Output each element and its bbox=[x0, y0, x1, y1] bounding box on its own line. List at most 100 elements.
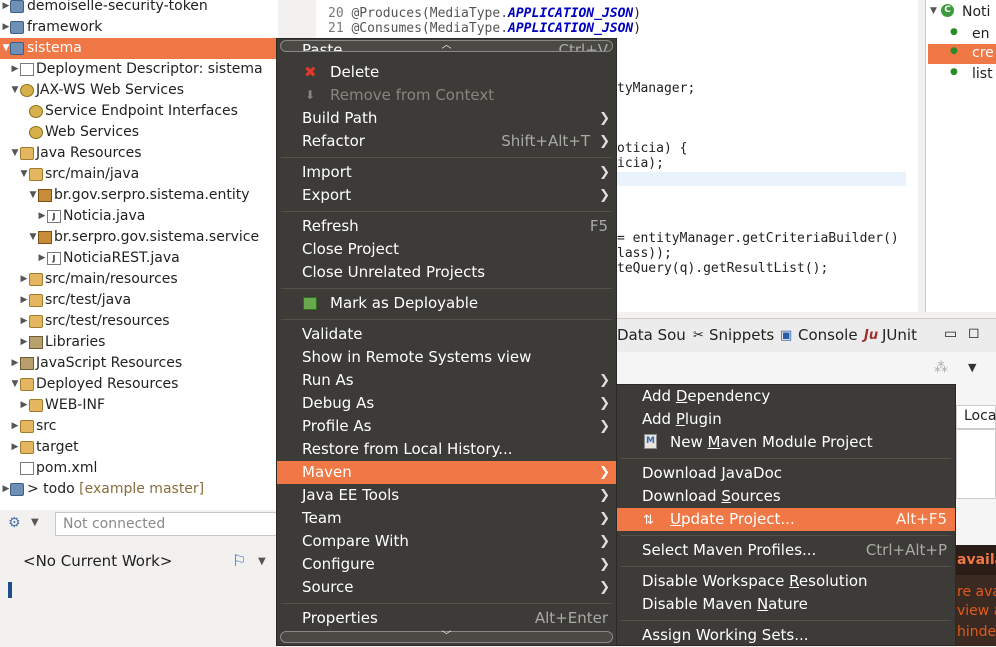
tree-item-deployment-descriptor[interactable]: ▶ Deployment Descriptor: sistema bbox=[0, 59, 278, 80]
menu-item-restore-history[interactable]: Restore from Local History... bbox=[277, 438, 616, 461]
expand-arrow-icon[interactable]: ▶ bbox=[19, 311, 29, 332]
tree-item-package-service[interactable]: ▼ br.serpro.gov.sistema.service bbox=[0, 227, 278, 248]
code-fragment: teQuery(q).getResultList(); bbox=[617, 261, 829, 276]
menu-item-new-maven-module[interactable]: M New Maven Module Project bbox=[617, 431, 955, 454]
menu-item-source[interactable]: Source ❯ bbox=[277, 576, 616, 599]
expand-arrow-icon[interactable]: ▶ bbox=[10, 353, 20, 374]
menu-item-label: Remove from Context bbox=[330, 86, 495, 104]
menu-item-select-profiles[interactable]: Select Maven Profiles... Ctrl+Alt+P bbox=[617, 539, 955, 562]
tree-item-noticiarest-java[interactable]: ▶ J NoticiaREST.java bbox=[0, 248, 278, 269]
code-fragment: = entityManager.getCriteriaBuilder() bbox=[617, 231, 899, 246]
expand-arrow-icon[interactable]: ▶ bbox=[37, 206, 47, 227]
menu-item-export[interactable]: Export ❯ bbox=[277, 184, 616, 207]
outline-item[interactable]: ● list bbox=[928, 65, 996, 85]
tree-item-sistema[interactable]: ▼ sistema bbox=[0, 38, 278, 59]
menu-item-configure[interactable]: Configure ❯ bbox=[277, 553, 616, 576]
menu-item-label: Debug As bbox=[302, 394, 375, 412]
menu-item-delete[interactable]: ✖ Delete bbox=[277, 61, 616, 84]
menu-item-refactor[interactable]: Refactor Shift+Alt+T ❯ bbox=[277, 130, 616, 153]
menu-item-profile-as[interactable]: Profile As ❯ bbox=[277, 415, 616, 438]
expand-arrow-icon[interactable]: ▶ bbox=[19, 395, 29, 416]
menu-item-import[interactable]: Import ❯ bbox=[277, 161, 616, 184]
tree-item-web-inf[interactable]: ▶ WEB-INF bbox=[0, 395, 278, 416]
menu-item-label: Source bbox=[302, 578, 354, 596]
tree-item-noticia-java[interactable]: ▶ J Noticia.java bbox=[0, 206, 278, 227]
chevron-down-icon[interactable]: ▼ bbox=[31, 517, 39, 528]
menu-item-download-javadoc[interactable]: Download JavaDoc bbox=[617, 462, 955, 485]
tree-item-deployed-resources[interactable]: ▼ Deployed Resources bbox=[0, 374, 278, 395]
maximize-icon[interactable]: ◻ bbox=[968, 325, 980, 341]
expand-arrow-icon[interactable]: ▶ bbox=[10, 59, 20, 80]
tree-item-label: Service Endpoint Interfaces bbox=[45, 103, 238, 119]
menu-item-close-unrelated[interactable]: Close Unrelated Projects bbox=[277, 261, 616, 284]
expand-arrow-icon[interactable]: ▶ bbox=[19, 332, 29, 353]
tree-item-src-main-java[interactable]: ▼ src/main/java bbox=[0, 164, 278, 185]
tree-item-web-services[interactable]: Web Services bbox=[0, 122, 278, 143]
menu-separator bbox=[281, 603, 612, 604]
tab-console[interactable]: Console bbox=[798, 326, 858, 344]
tab-snippets[interactable]: Snippets bbox=[709, 326, 774, 344]
menu-item-debug-as[interactable]: Debug As ❯ bbox=[277, 392, 616, 415]
pin-icon[interactable]: ⚐ bbox=[232, 551, 246, 570]
menu-item-remove-from-context[interactable]: ⬇ Remove from Context bbox=[277, 84, 616, 107]
collapse-arrow-icon[interactable]: ▼ bbox=[28, 227, 38, 248]
menu-item-build-path[interactable]: Build Path ❯ bbox=[277, 107, 616, 130]
scroll-down-button[interactable]: ﹀ bbox=[280, 631, 613, 643]
menu-item-update-project[interactable]: ⇅ Update Project... Alt+F5 bbox=[617, 508, 955, 531]
collapse-arrow-icon[interactable]: ▼ bbox=[10, 374, 20, 395]
menu-item-mark-deployable[interactable]: Mark as Deployable bbox=[277, 292, 616, 315]
menu-item-team[interactable]: Team ❯ bbox=[277, 507, 616, 530]
expand-arrow-icon[interactable]: ▶ bbox=[37, 248, 47, 269]
tree-item-demoiselle-security-token[interactable]: ▶ demoiselle-security-token bbox=[0, 0, 278, 17]
menu-item-maven[interactable]: Maven ❯ bbox=[277, 461, 616, 484]
menu-item-download-sources[interactable]: Download Sources bbox=[617, 485, 955, 508]
collapse-arrow-icon[interactable]: ▼ bbox=[10, 80, 20, 101]
expand-arrow-icon[interactable]: ▶ bbox=[10, 437, 20, 458]
collapse-arrow-icon[interactable]: ▼ bbox=[28, 185, 38, 206]
collapse-arrow-icon[interactable]: ▼ bbox=[10, 143, 20, 164]
tree-item-jaxws[interactable]: ▼ JAX-WS Web Services bbox=[0, 80, 278, 101]
tree-item-src-main-resources[interactable]: ▶ src/main/resources bbox=[0, 269, 278, 290]
expand-arrow-icon[interactable]: ▶ bbox=[19, 269, 29, 290]
tree-item-sei[interactable]: Service Endpoint Interfaces bbox=[0, 101, 278, 122]
tree-item-src-test-java[interactable]: ▶ src/test/java bbox=[0, 290, 278, 311]
expand-arrow-icon[interactable]: ▶ bbox=[10, 416, 20, 437]
menu-item-add-dependency[interactable]: Add Dependency bbox=[617, 385, 955, 408]
tree-item-pom-xml[interactable]: pom.xml bbox=[0, 458, 278, 479]
tree-item-package-entity[interactable]: ▼ br.gov.serpro.sistema.entity bbox=[0, 185, 278, 206]
minimize-icon[interactable]: ▭ bbox=[944, 326, 957, 342]
outline-item-selected[interactable]: ● cre bbox=[928, 44, 996, 64]
connection-field[interactable]: Not connected bbox=[55, 512, 277, 536]
current-work-label[interactable]: <No Current Work> bbox=[23, 552, 172, 570]
tree-item-todo[interactable]: ▶ > todo [example master] bbox=[0, 479, 278, 500]
collapse-arrow-icon[interactable]: ▼ bbox=[930, 6, 937, 16]
task-repository-icon[interactable]: ⚙ bbox=[8, 515, 21, 531]
menu-item-disable-maven-nature[interactable]: Disable Maven Nature bbox=[617, 593, 955, 616]
menu-item-refresh[interactable]: Refresh F5 bbox=[277, 215, 616, 238]
tree-item-javascript-resources[interactable]: ▶ JavaScript Resources bbox=[0, 353, 278, 374]
menu-item-show-remote[interactable]: Show in Remote Systems view bbox=[277, 346, 616, 369]
menu-item-add-plugin[interactable]: Add Plugin bbox=[617, 408, 955, 431]
outline-item[interactable]: ● en bbox=[928, 25, 996, 45]
expand-arrow-icon[interactable]: ▶ bbox=[19, 290, 29, 311]
tree-item-target[interactable]: ▶ target bbox=[0, 437, 278, 458]
tree-item-libraries[interactable]: ▶ Libraries bbox=[0, 332, 278, 353]
menu-item-paste[interactable]: Paste Ctrl+V bbox=[277, 39, 616, 51]
menu-item-javaee-tools[interactable]: Java EE Tools ❯ bbox=[277, 484, 616, 507]
menu-item-close-project[interactable]: Close Project bbox=[277, 238, 616, 261]
tree-item-java-resources[interactable]: ▼ Java Resources bbox=[0, 143, 278, 164]
tree-item-framework[interactable]: ▶ framework bbox=[0, 17, 278, 38]
tree-item-src[interactable]: ▶ src bbox=[0, 416, 278, 437]
chevron-down-icon[interactable]: ▼ bbox=[258, 556, 266, 567]
menu-item-validate[interactable]: Validate bbox=[277, 323, 616, 346]
menu-item-compare-with[interactable]: Compare With ❯ bbox=[277, 530, 616, 553]
view-menu-icon[interactable]: ▼ bbox=[968, 361, 976, 374]
menu-item-properties[interactable]: Properties Alt+Enter bbox=[277, 607, 616, 630]
tab-junit[interactable]: JUnit bbox=[882, 326, 917, 344]
menu-item-run-as[interactable]: Run As ❯ bbox=[277, 369, 616, 392]
tree-item-src-test-resources[interactable]: ▶ src/test/resources bbox=[0, 311, 278, 332]
menu-item-disable-workspace-resolution[interactable]: Disable Workspace Resolution bbox=[617, 570, 955, 593]
menu-item-assign-working-sets[interactable]: Assign Working Sets... bbox=[617, 624, 955, 647]
collapse-arrow-icon[interactable]: ▼ bbox=[19, 164, 29, 185]
tab-data-source[interactable]: Data Sou bbox=[617, 326, 686, 344]
